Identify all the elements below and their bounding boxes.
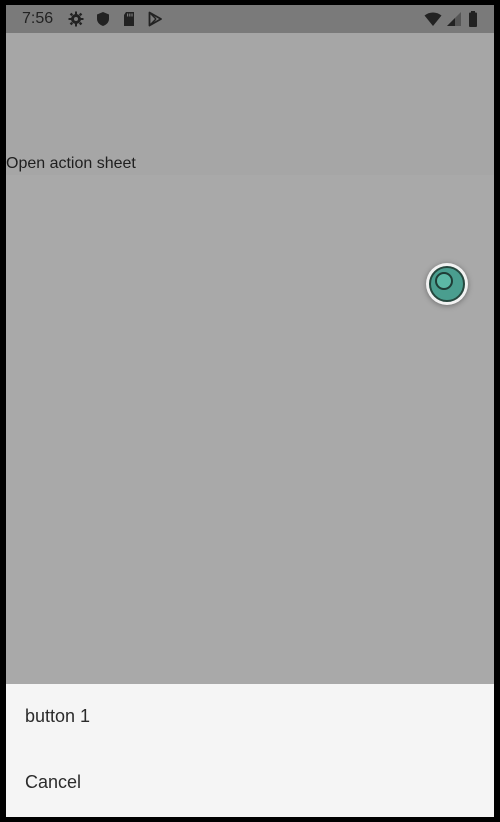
wifi-icon (424, 11, 442, 27)
action-sheet-cancel-label: Cancel (25, 772, 82, 792)
action-sheet-button-1-label: button 1 (25, 706, 91, 726)
action-sheet-button-1[interactable]: button 1 (6, 684, 494, 750)
shield-icon (95, 11, 111, 27)
touch-dot (435, 272, 453, 290)
action-sheet-cancel-button[interactable]: Cancel (6, 750, 494, 816)
battery-icon (468, 11, 478, 27)
cell-signal-icon (446, 11, 462, 27)
status-bar: 7:56 (6, 5, 494, 33)
play-store-icon (147, 11, 163, 27)
gear-icon (68, 11, 84, 27)
sd-card-icon (121, 11, 137, 27)
header-strip (6, 33, 494, 175)
status-time: 7:56 (22, 10, 54, 27)
device-screen: 7:56 Open action sheet button 1 Cancel (6, 5, 494, 817)
open-action-sheet-button[interactable]: Open action sheet (6, 155, 136, 173)
touch-indicator-icon (426, 263, 468, 305)
action-sheet: button 1 Cancel (6, 684, 494, 817)
